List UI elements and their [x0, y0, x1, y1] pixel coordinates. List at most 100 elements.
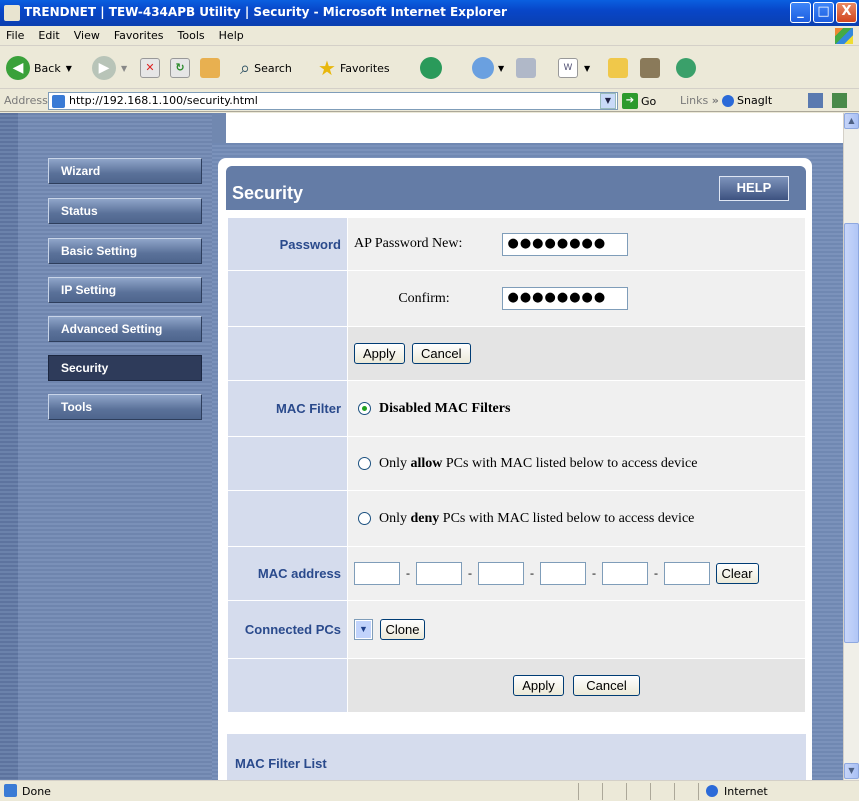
password-new-cell: AP Password New: ●●●●●●●●	[347, 217, 806, 271]
scroll-up-icon[interactable]: ▲	[844, 113, 859, 129]
status-separator	[698, 783, 699, 800]
search-button[interactable]: ⌕ Search	[240, 55, 292, 81]
connected-pcs-row: Connected PCs ▼ Clone	[227, 600, 806, 659]
status-separator	[650, 783, 651, 800]
home-button[interactable]	[200, 55, 220, 81]
close-button[interactable]: X	[836, 2, 857, 23]
help-button[interactable]: HELP	[719, 176, 789, 201]
toolbar: ◀ Back ▼ ▶ ▼ ✕ ↻ ⌕ Search ★ Favorites ▼ …	[0, 47, 859, 89]
apply-button[interactable]: Apply	[513, 675, 564, 696]
back-button[interactable]: ◀ Back ▼	[6, 55, 72, 81]
connected-pcs-select[interactable]: ▼	[354, 619, 373, 640]
address-input[interactable]: http://192.168.1.100/security.html	[48, 92, 618, 110]
bottom-buttons-label	[227, 658, 348, 713]
edit-button[interactable]: W ▼	[558, 55, 590, 81]
status-separator	[674, 783, 675, 800]
links-label: Links	[680, 94, 709, 107]
star-icon: ★	[318, 56, 336, 80]
mac-octet-5-input[interactable]	[602, 562, 648, 585]
mac-octet-2-input[interactable]	[416, 562, 462, 585]
edit-dropdown-icon[interactable]: ▼	[584, 64, 590, 73]
menu-tools[interactable]: Tools	[178, 26, 205, 46]
scroll-thumb[interactable]	[844, 223, 859, 643]
media-icon	[420, 57, 442, 79]
sidebar-item-basic-setting[interactable]: Basic Setting	[48, 238, 202, 264]
password-buttons-label	[227, 326, 348, 381]
menu-file[interactable]: File	[6, 26, 24, 46]
messenger-button[interactable]	[676, 55, 696, 81]
scroll-down-icon[interactable]: ▼	[844, 763, 859, 779]
vertical-scrollbar[interactable]: ▲ ▼	[843, 113, 859, 780]
ap-password-new-label: AP Password New:	[354, 236, 463, 251]
back-arrow-icon: ◀	[6, 56, 30, 80]
password-label: Password	[227, 217, 348, 271]
mac-filter-allow-option[interactable]: Only allow PCs with MAC listed below to …	[347, 436, 806, 491]
refresh-button[interactable]: ↻	[170, 55, 190, 81]
left-border	[0, 113, 18, 780]
clear-button[interactable]: Clear	[715, 563, 759, 584]
status-separator	[602, 783, 603, 800]
ie-icon	[4, 5, 20, 21]
cancel-button[interactable]: Cancel	[573, 675, 640, 696]
clone-button[interactable]: Clone	[379, 619, 426, 640]
security-zone: Internet	[724, 785, 768, 798]
mac-separator: -	[530, 566, 534, 580]
sidebar-item-status[interactable]: Status	[48, 198, 202, 224]
ap-password-new-input[interactable]: ●●●●●●●●	[501, 232, 628, 256]
menu-edit[interactable]: Edit	[38, 26, 59, 46]
address-dropdown-icon[interactable]: ▼	[600, 93, 616, 109]
sidebar-item-tools[interactable]: Tools	[48, 394, 202, 420]
sidebar-item-advanced-setting[interactable]: Advanced Setting	[48, 316, 202, 342]
address-bar: Address http://192.168.1.100/security.ht…	[0, 90, 859, 112]
mac-filter-allow-row: Only allow PCs with MAC listed below to …	[227, 436, 806, 491]
snagit-button[interactable]: SnagIt	[722, 94, 772, 107]
back-label: Back	[34, 61, 61, 75]
sidebar-item-security[interactable]: Security	[48, 355, 202, 381]
snagit-capture-icon[interactable]	[808, 93, 823, 108]
history-button[interactable]: ▼	[472, 55, 504, 81]
mac-octet-3-input[interactable]	[478, 562, 524, 585]
allow-keyword: allow	[410, 455, 443, 471]
mac-octet-1-input[interactable]	[354, 562, 400, 585]
back-dropdown-icon[interactable]: ▼	[66, 64, 72, 73]
maximize-button[interactable]: □	[813, 2, 834, 23]
links-button[interactable]: Links »	[680, 94, 719, 107]
forward-button[interactable]: ▶ ▼	[92, 55, 127, 81]
forward-dropdown-icon[interactable]: ▼	[121, 64, 127, 73]
confirm-password-input[interactable]: ●●●●●●●●	[501, 287, 628, 310]
radio-deny-mac[interactable]	[358, 511, 371, 525]
mac-octet-6-input[interactable]	[664, 562, 710, 585]
mac-filter-deny-option[interactable]: Only deny PCs with MAC listed below to a…	[347, 490, 806, 547]
status-separator	[578, 783, 579, 800]
radio-disabled-mac-filters[interactable]	[358, 401, 371, 415]
radio-allow-mac[interactable]	[358, 456, 371, 470]
menu-favorites[interactable]: Favorites	[114, 26, 164, 46]
research-button[interactable]	[640, 55, 660, 81]
mac-filter-disabled-option[interactable]: Disabled MAC Filters	[347, 380, 806, 437]
mac-filter-deny-label	[227, 490, 348, 547]
mac-separator: -	[406, 566, 410, 580]
security-form: Password AP Password New: ●●●●●●●● Confi…	[227, 217, 806, 713]
media-button[interactable]	[420, 55, 442, 81]
favorites-button[interactable]: ★ Favorites	[318, 55, 390, 81]
sidebar-item-ip-setting[interactable]: IP Setting	[48, 277, 202, 303]
mac-filter-allow-label	[227, 436, 348, 491]
sidebar-item-wizard[interactable]: Wizard	[48, 158, 202, 184]
print-button[interactable]	[516, 55, 536, 81]
mac-octet-4-input[interactable]	[540, 562, 586, 585]
snagit-window-icon[interactable]	[832, 93, 847, 108]
go-button[interactable]: ➔ Go	[622, 93, 656, 109]
password-row: Password AP Password New: ●●●●●●●●	[227, 217, 806, 271]
folder-icon	[608, 58, 628, 78]
menu-help[interactable]: Help	[219, 26, 244, 46]
status-separator	[626, 783, 627, 800]
minimize-button[interactable]: _	[790, 2, 811, 23]
password-apply-button[interactable]: Apply	[354, 343, 405, 364]
password-cancel-button[interactable]: Cancel	[412, 343, 471, 364]
menu-view[interactable]: View	[74, 26, 100, 46]
stop-button[interactable]: ✕	[140, 55, 160, 81]
history-icon	[472, 57, 494, 79]
history-dropdown-icon[interactable]: ▼	[498, 64, 504, 73]
home-icon	[200, 58, 220, 78]
folder-button[interactable]	[608, 55, 628, 81]
